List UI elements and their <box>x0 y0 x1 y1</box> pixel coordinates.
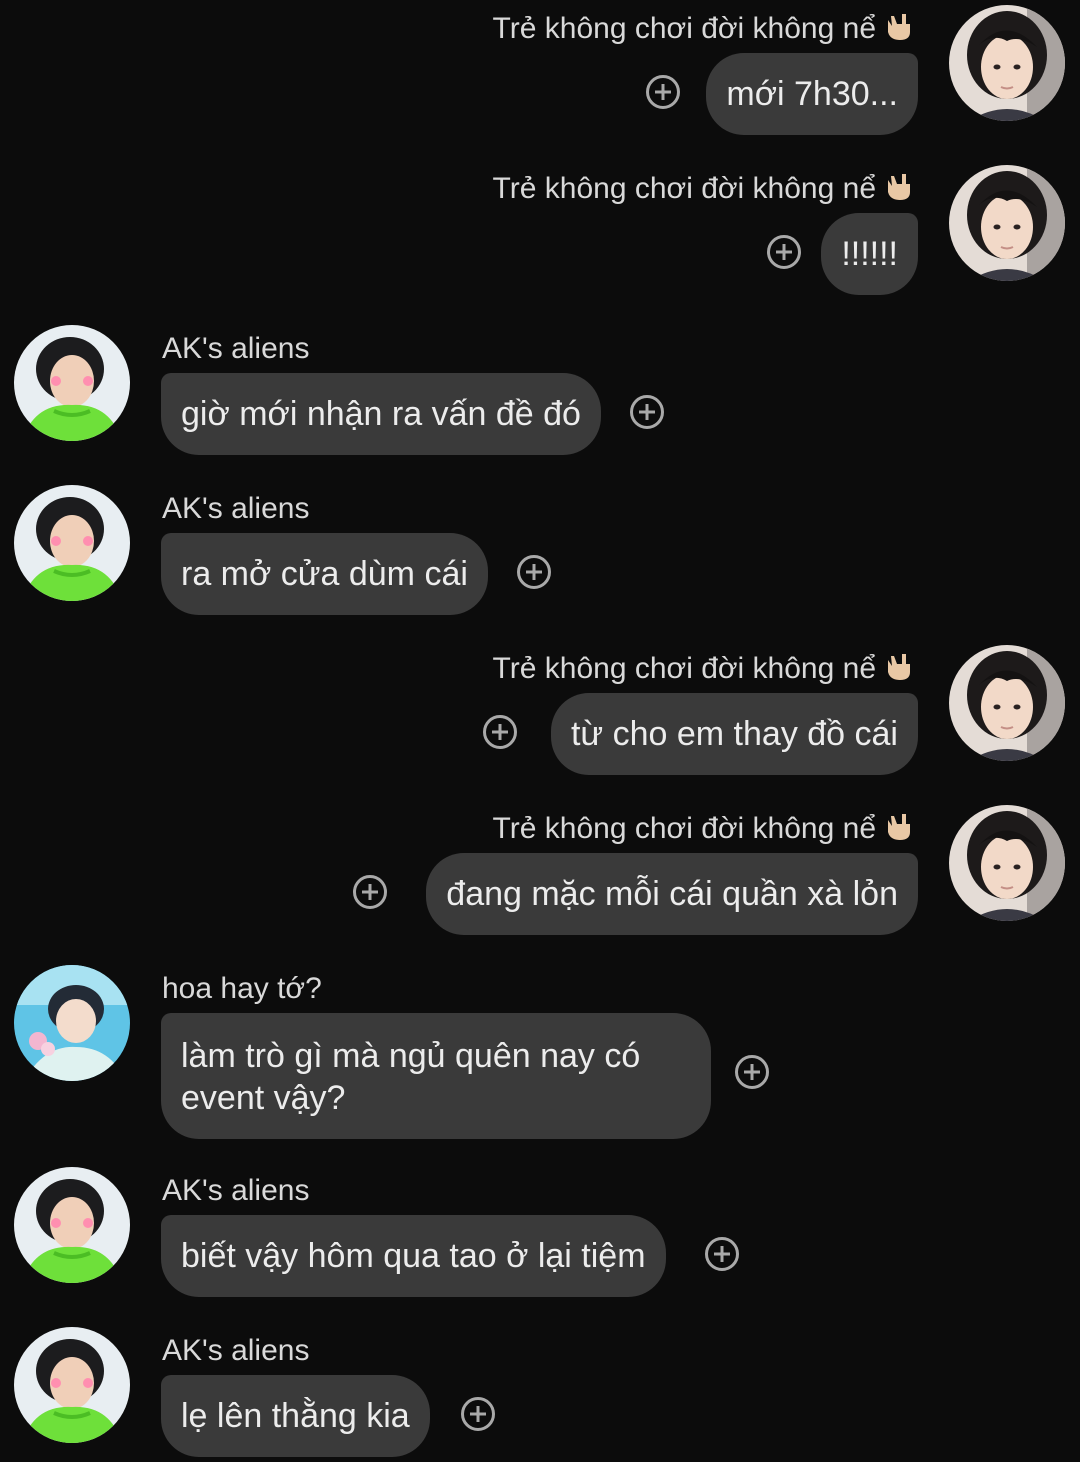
message-bubble[interactable]: biết vậy hôm qua tao ở lại tiệm <box>161 1215 666 1297</box>
message-bubble[interactable]: mới 7h30... <box>706 53 918 135</box>
message-bubble[interactable]: giờ mới nhận ra vấn đề đó <box>161 373 601 455</box>
rock-hand-emoji-icon <box>882 810 916 857</box>
avatar-pool-boy[interactable] <box>14 965 130 1081</box>
message-bubble[interactable]: đang mặc mỗi cái quần xà lỏn <box>426 853 918 935</box>
sender-name: AK's aliens <box>162 1334 310 1367</box>
sender-name: Trẻ không chơi đời không nể <box>493 807 916 857</box>
add-reaction-icon[interactable] <box>735 1055 769 1089</box>
chat-thread: Trẻ không chơi đời không nể mới 7h30... … <box>0 0 1080 1462</box>
message-bubble[interactable]: !!!!!! <box>821 213 918 295</box>
sender-name: Trẻ không chơi đời không nể <box>493 167 916 217</box>
message-bubble[interactable]: làm trò gì mà ngủ quên nay có event vậy? <box>161 1013 711 1139</box>
rock-hand-emoji-icon <box>882 170 916 217</box>
avatar-boy-dark-hair[interactable] <box>949 165 1065 281</box>
avatar-green-shirt[interactable] <box>14 325 130 441</box>
avatar-green-shirt[interactable] <box>14 1167 130 1283</box>
sender-name: AK's aliens <box>162 1174 310 1207</box>
message-bubble[interactable]: lẹ lên thằng kia <box>161 1375 430 1457</box>
rock-hand-emoji-icon <box>882 10 916 57</box>
avatar-boy-dark-hair[interactable] <box>949 5 1065 121</box>
avatar-boy-dark-hair[interactable] <box>949 645 1065 761</box>
sender-name: AK's aliens <box>162 332 310 365</box>
sender-name: hoa hay tớ? <box>162 972 322 1005</box>
add-reaction-icon[interactable] <box>646 75 680 109</box>
add-reaction-icon[interactable] <box>353 875 387 909</box>
avatar-boy-dark-hair[interactable] <box>949 805 1065 921</box>
add-reaction-icon[interactable] <box>630 395 664 429</box>
add-reaction-icon[interactable] <box>705 1237 739 1271</box>
message-bubble[interactable]: ra mở cửa dùm cái <box>161 533 488 615</box>
rock-hand-emoji-icon <box>882 650 916 697</box>
sender-name: AK's aliens <box>162 492 310 525</box>
add-reaction-icon[interactable] <box>461 1397 495 1431</box>
sender-name: Trẻ không chơi đời không nể <box>493 647 916 697</box>
add-reaction-icon[interactable] <box>767 235 801 269</box>
avatar-green-shirt[interactable] <box>14 485 130 601</box>
add-reaction-icon[interactable] <box>517 555 551 589</box>
sender-name: Trẻ không chơi đời không nể <box>493 7 916 57</box>
message-bubble[interactable]: từ cho em thay đồ cái <box>550 693 918 775</box>
avatar-green-shirt[interactable] <box>14 1327 130 1443</box>
add-reaction-icon[interactable] <box>483 715 517 749</box>
